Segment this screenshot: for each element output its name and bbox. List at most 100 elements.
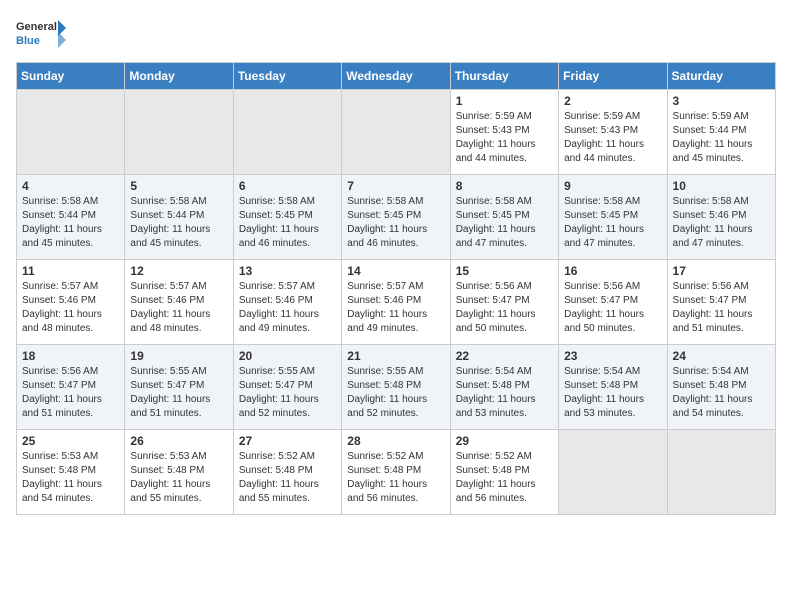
calendar-cell: 16 Sunrise: 5:56 AM Sunset: 5:47 PM Dayl…: [559, 260, 667, 345]
calendar-cell: 11 Sunrise: 5:57 AM Sunset: 5:46 PM Dayl…: [17, 260, 125, 345]
day-info: Sunrise: 5:57 AM Sunset: 5:46 PM Dayligh…: [22, 280, 119, 336]
day-number: 22: [456, 349, 553, 363]
day-info: Sunrise: 5:55 AM Sunset: 5:48 PM Dayligh…: [347, 365, 444, 421]
day-number: 17: [673, 264, 770, 278]
day-info: Sunrise: 5:59 AM Sunset: 5:44 PM Dayligh…: [673, 110, 770, 166]
calendar-week-row: 25 Sunrise: 5:53 AM Sunset: 5:48 PM Dayl…: [17, 430, 776, 515]
day-info: Sunrise: 5:58 AM Sunset: 5:45 PM Dayligh…: [456, 195, 553, 251]
day-number: 4: [22, 179, 119, 193]
day-info: Sunrise: 5:53 AM Sunset: 5:48 PM Dayligh…: [130, 450, 227, 506]
day-info: Sunrise: 5:57 AM Sunset: 5:46 PM Dayligh…: [239, 280, 336, 336]
day-number: 1: [456, 94, 553, 108]
calendar-cell: [125, 90, 233, 175]
day-number: 3: [673, 94, 770, 108]
day-number: 10: [673, 179, 770, 193]
calendar-cell: 13 Sunrise: 5:57 AM Sunset: 5:46 PM Dayl…: [233, 260, 341, 345]
day-number: 15: [456, 264, 553, 278]
day-number: 24: [673, 349, 770, 363]
day-info: Sunrise: 5:58 AM Sunset: 5:45 PM Dayligh…: [347, 195, 444, 251]
calendar-header-row: SundayMondayTuesdayWednesdayThursdayFrid…: [17, 63, 776, 90]
day-number: 13: [239, 264, 336, 278]
day-info: Sunrise: 5:56 AM Sunset: 5:47 PM Dayligh…: [564, 280, 661, 336]
day-number: 19: [130, 349, 227, 363]
day-info: Sunrise: 5:54 AM Sunset: 5:48 PM Dayligh…: [673, 365, 770, 421]
calendar-cell: 21 Sunrise: 5:55 AM Sunset: 5:48 PM Dayl…: [342, 345, 450, 430]
calendar-cell: [342, 90, 450, 175]
calendar-week-row: 18 Sunrise: 5:56 AM Sunset: 5:47 PM Dayl…: [17, 345, 776, 430]
day-number: 12: [130, 264, 227, 278]
day-number: 16: [564, 264, 661, 278]
day-number: 29: [456, 434, 553, 448]
day-info: Sunrise: 5:52 AM Sunset: 5:48 PM Dayligh…: [239, 450, 336, 506]
calendar-cell: 27 Sunrise: 5:52 AM Sunset: 5:48 PM Dayl…: [233, 430, 341, 515]
calendar-cell: [17, 90, 125, 175]
day-number: 27: [239, 434, 336, 448]
day-number: 20: [239, 349, 336, 363]
calendar-cell: 15 Sunrise: 5:56 AM Sunset: 5:47 PM Dayl…: [450, 260, 558, 345]
col-header-tuesday: Tuesday: [233, 63, 341, 90]
day-info: Sunrise: 5:54 AM Sunset: 5:48 PM Dayligh…: [564, 365, 661, 421]
day-number: 21: [347, 349, 444, 363]
day-info: Sunrise: 5:55 AM Sunset: 5:47 PM Dayligh…: [239, 365, 336, 421]
day-info: Sunrise: 5:56 AM Sunset: 5:47 PM Dayligh…: [22, 365, 119, 421]
calendar-cell: 20 Sunrise: 5:55 AM Sunset: 5:47 PM Dayl…: [233, 345, 341, 430]
calendar-week-row: 11 Sunrise: 5:57 AM Sunset: 5:46 PM Dayl…: [17, 260, 776, 345]
calendar-cell: 29 Sunrise: 5:52 AM Sunset: 5:48 PM Dayl…: [450, 430, 558, 515]
calendar-cell: [667, 430, 775, 515]
calendar-cell: 17 Sunrise: 5:56 AM Sunset: 5:47 PM Dayl…: [667, 260, 775, 345]
day-number: 23: [564, 349, 661, 363]
calendar-cell: 2 Sunrise: 5:59 AM Sunset: 5:43 PM Dayli…: [559, 90, 667, 175]
day-info: Sunrise: 5:59 AM Sunset: 5:43 PM Dayligh…: [456, 110, 553, 166]
day-info: Sunrise: 5:58 AM Sunset: 5:45 PM Dayligh…: [239, 195, 336, 251]
col-header-friday: Friday: [559, 63, 667, 90]
day-info: Sunrise: 5:52 AM Sunset: 5:48 PM Dayligh…: [456, 450, 553, 506]
calendar-cell: 26 Sunrise: 5:53 AM Sunset: 5:48 PM Dayl…: [125, 430, 233, 515]
calendar-cell: 6 Sunrise: 5:58 AM Sunset: 5:45 PM Dayli…: [233, 175, 341, 260]
calendar-cell: 12 Sunrise: 5:57 AM Sunset: 5:46 PM Dayl…: [125, 260, 233, 345]
day-number: 11: [22, 264, 119, 278]
day-number: 28: [347, 434, 444, 448]
svg-text:General: General: [16, 21, 57, 33]
day-number: 25: [22, 434, 119, 448]
calendar-table: SundayMondayTuesdayWednesdayThursdayFrid…: [16, 62, 776, 515]
day-info: Sunrise: 5:58 AM Sunset: 5:44 PM Dayligh…: [22, 195, 119, 251]
day-number: 5: [130, 179, 227, 193]
logo: General Blue: [16, 16, 66, 54]
col-header-sunday: Sunday: [17, 63, 125, 90]
calendar-cell: 25 Sunrise: 5:53 AM Sunset: 5:48 PM Dayl…: [17, 430, 125, 515]
calendar-cell: 23 Sunrise: 5:54 AM Sunset: 5:48 PM Dayl…: [559, 345, 667, 430]
calendar-cell: 18 Sunrise: 5:56 AM Sunset: 5:47 PM Dayl…: [17, 345, 125, 430]
calendar-week-row: 1 Sunrise: 5:59 AM Sunset: 5:43 PM Dayli…: [17, 90, 776, 175]
day-number: 2: [564, 94, 661, 108]
day-number: 9: [564, 179, 661, 193]
calendar-cell: 3 Sunrise: 5:59 AM Sunset: 5:44 PM Dayli…: [667, 90, 775, 175]
calendar-cell: 5 Sunrise: 5:58 AM Sunset: 5:44 PM Dayli…: [125, 175, 233, 260]
day-info: Sunrise: 5:57 AM Sunset: 5:46 PM Dayligh…: [347, 280, 444, 336]
calendar-cell: [559, 430, 667, 515]
calendar-cell: 8 Sunrise: 5:58 AM Sunset: 5:45 PM Dayli…: [450, 175, 558, 260]
calendar-cell: 14 Sunrise: 5:57 AM Sunset: 5:46 PM Dayl…: [342, 260, 450, 345]
day-info: Sunrise: 5:53 AM Sunset: 5:48 PM Dayligh…: [22, 450, 119, 506]
day-number: 18: [22, 349, 119, 363]
day-info: Sunrise: 5:59 AM Sunset: 5:43 PM Dayligh…: [564, 110, 661, 166]
calendar-cell: 24 Sunrise: 5:54 AM Sunset: 5:48 PM Dayl…: [667, 345, 775, 430]
day-info: Sunrise: 5:56 AM Sunset: 5:47 PM Dayligh…: [673, 280, 770, 336]
day-number: 6: [239, 179, 336, 193]
calendar-cell: 22 Sunrise: 5:54 AM Sunset: 5:48 PM Dayl…: [450, 345, 558, 430]
day-info: Sunrise: 5:56 AM Sunset: 5:47 PM Dayligh…: [456, 280, 553, 336]
day-number: 7: [347, 179, 444, 193]
calendar-cell: 28 Sunrise: 5:52 AM Sunset: 5:48 PM Dayl…: [342, 430, 450, 515]
day-info: Sunrise: 5:58 AM Sunset: 5:44 PM Dayligh…: [130, 195, 227, 251]
day-info: Sunrise: 5:58 AM Sunset: 5:45 PM Dayligh…: [564, 195, 661, 251]
col-header-wednesday: Wednesday: [342, 63, 450, 90]
col-header-thursday: Thursday: [450, 63, 558, 90]
day-info: Sunrise: 5:57 AM Sunset: 5:46 PM Dayligh…: [130, 280, 227, 336]
calendar-cell: 19 Sunrise: 5:55 AM Sunset: 5:47 PM Dayl…: [125, 345, 233, 430]
day-info: Sunrise: 5:58 AM Sunset: 5:46 PM Dayligh…: [673, 195, 770, 251]
col-header-monday: Monday: [125, 63, 233, 90]
day-number: 14: [347, 264, 444, 278]
calendar-cell: 4 Sunrise: 5:58 AM Sunset: 5:44 PM Dayli…: [17, 175, 125, 260]
calendar-cell: 10 Sunrise: 5:58 AM Sunset: 5:46 PM Dayl…: [667, 175, 775, 260]
calendar-cell: 7 Sunrise: 5:58 AM Sunset: 5:45 PM Dayli…: [342, 175, 450, 260]
calendar-cell: 1 Sunrise: 5:59 AM Sunset: 5:43 PM Dayli…: [450, 90, 558, 175]
